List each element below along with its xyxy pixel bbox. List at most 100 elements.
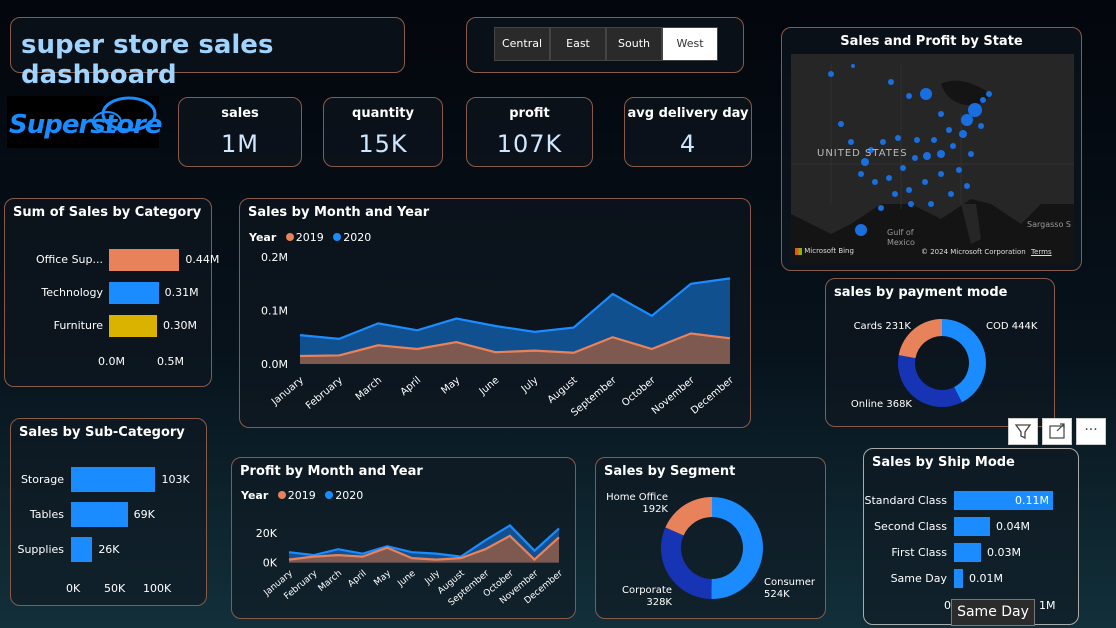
data-label: 0.44M — [185, 253, 220, 266]
map-bubble[interactable] — [931, 137, 937, 143]
pie-slice[interactable] — [711, 497, 763, 599]
map-bubble[interactable] — [928, 201, 934, 207]
map-bubble[interactable] — [948, 191, 954, 197]
map-bubble[interactable] — [938, 111, 944, 117]
bar[interactable] — [71, 537, 93, 562]
map-bubble[interactable] — [838, 121, 844, 127]
map-bubble[interactable] — [937, 150, 945, 158]
data-label: 192K — [642, 504, 668, 515]
data-label: 26K — [98, 542, 120, 556]
map-bubble[interactable] — [888, 79, 894, 85]
map-bubble[interactable] — [964, 183, 970, 189]
data-label: 0.31M — [164, 286, 199, 299]
kpi-value: 107K — [496, 130, 563, 158]
map-bubble[interactable] — [880, 139, 886, 145]
category-label: Standard Class — [864, 493, 947, 507]
pie-slice[interactable] — [665, 497, 712, 536]
region-button-south[interactable]: South — [606, 27, 662, 61]
region-button-east[interactable]: East — [550, 27, 606, 61]
filter-icon — [1014, 424, 1032, 440]
x-tick-label: April — [399, 375, 424, 398]
map-card: Sales and Profit by State UNITED STATES … — [781, 27, 1082, 271]
map-bubble[interactable] — [892, 191, 898, 197]
map-country-label: UNITED STATES — [817, 148, 908, 159]
category-label: First Class — [891, 545, 947, 559]
x-tick-label: October — [620, 374, 658, 409]
map-bubble[interactable] — [908, 201, 914, 207]
map-bubble[interactable] — [956, 167, 962, 173]
x-tick-label: 1M — [1039, 599, 1056, 612]
bar[interactable] — [109, 282, 159, 304]
filter-button[interactable] — [1008, 418, 1038, 445]
data-label: 69K — [133, 507, 155, 521]
map-bubble[interactable] — [922, 179, 928, 185]
map-bubble[interactable] — [900, 165, 906, 171]
x-tick-label: 50K — [104, 582, 126, 595]
category-chart-card: Sum of Sales by Category Office Sup... 0.… — [4, 198, 219, 387]
x-tick-label: May — [372, 568, 393, 588]
map-bubble[interactable] — [886, 175, 892, 181]
kpi-label: avg delivery day — [627, 106, 749, 121]
map-bubble[interactable] — [906, 187, 912, 193]
bar[interactable] — [954, 569, 963, 588]
map-bubble[interactable] — [938, 171, 944, 177]
map-bubble[interactable] — [920, 88, 932, 100]
map-bubble[interactable] — [986, 91, 992, 97]
bar[interactable] — [954, 543, 981, 562]
region-slicer: Central East South West — [466, 17, 744, 73]
bar[interactable] — [71, 467, 156, 492]
kpi-delivery: avg delivery day 4 — [624, 97, 752, 167]
map-bubble[interactable] — [978, 123, 984, 129]
x-tick-label: January — [269, 375, 306, 408]
map-provider-label: Microsoft Bing — [804, 247, 854, 255]
focus-mode-button[interactable] — [1042, 418, 1072, 445]
map-bubble[interactable] — [878, 205, 884, 211]
category-label: Storage — [20, 472, 64, 486]
map-terms-link[interactable]: Terms — [1031, 248, 1052, 256]
data-label: 0.11M — [1015, 493, 1049, 507]
profit-month-chart-card: Profit by Month and Year Year 2019 2020 … — [231, 457, 576, 619]
x-tick-label: August — [546, 375, 580, 406]
x-tick-label: 0.5M — [157, 355, 184, 368]
kpi-quantity: quantity 15K — [323, 97, 443, 167]
x-tick-label: July — [423, 568, 443, 587]
bar[interactable] — [109, 315, 157, 337]
map-bubble[interactable] — [980, 97, 986, 103]
map-bubble[interactable] — [851, 64, 855, 68]
region-button-central[interactable]: Central — [494, 27, 550, 61]
category-label: Second Class — [874, 519, 947, 533]
map-canvas[interactable]: UNITED STATES Gulf of Mexico Sargasso S … — [791, 54, 1074, 264]
data-label: Online 368K — [851, 399, 913, 410]
map-bubble[interactable] — [950, 143, 956, 149]
bar[interactable] — [71, 502, 128, 527]
bar[interactable] — [109, 249, 180, 271]
data-label: Consumer — [764, 577, 816, 588]
bar[interactable] — [954, 517, 990, 536]
map-bubble[interactable] — [912, 155, 918, 161]
map-bubble[interactable] — [914, 137, 920, 143]
map-bubble[interactable] — [906, 93, 912, 99]
chart-title: Sales by Sub-Category — [19, 425, 185, 440]
data-label: Home Office — [606, 492, 668, 503]
more-options-button[interactable]: ··· — [1076, 418, 1106, 445]
map-bubble[interactable] — [855, 224, 867, 236]
category-label: Tables — [29, 507, 64, 521]
map-bubble[interactable] — [968, 103, 982, 117]
y-tick-label: 0K — [263, 557, 278, 570]
map-bubble[interactable] — [923, 152, 931, 160]
x-tick-label: March — [317, 569, 344, 594]
data-label: COD 444K — [986, 321, 1038, 332]
map-bubble[interactable] — [968, 151, 974, 157]
map-bubble[interactable] — [946, 127, 952, 133]
data-label: 0.01M — [969, 571, 1003, 585]
category-label: Supplies — [17, 542, 64, 556]
kpi-label: profit — [509, 106, 550, 121]
map-bubble[interactable] — [872, 179, 878, 185]
map-bubble[interactable] — [828, 71, 834, 77]
map-bubble[interactable] — [858, 171, 864, 177]
map-bubble[interactable] — [895, 135, 901, 141]
map-bubble[interactable] — [959, 130, 967, 138]
map-bubble[interactable] — [848, 139, 854, 145]
region-button-west[interactable]: West — [662, 27, 718, 61]
map-bubble[interactable] — [861, 158, 869, 166]
